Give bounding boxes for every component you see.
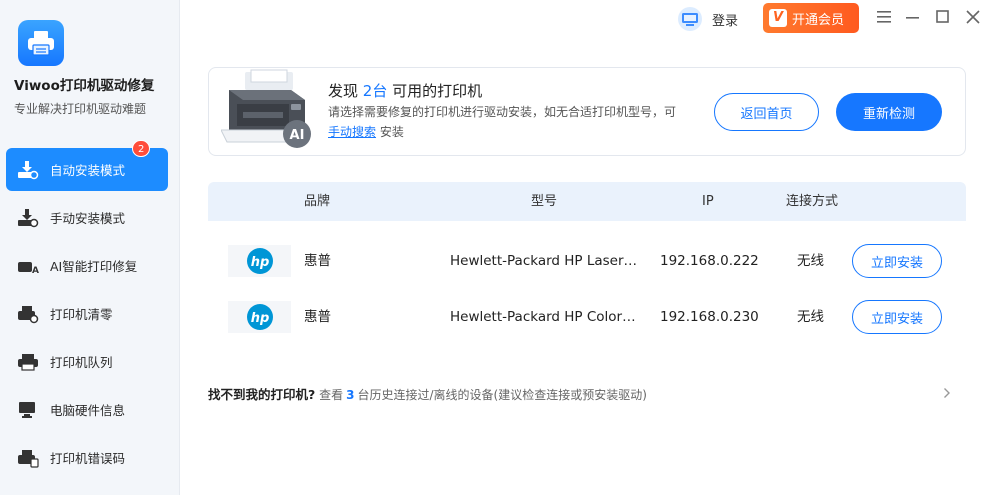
hint-post: 台历史连接过/离线的设备(建议检查连接或预安装驱动) bbox=[357, 388, 647, 402]
sidebar-item-label: 手动安装模式 bbox=[50, 211, 126, 226]
hp-logo: hp bbox=[228, 245, 291, 277]
model-cell: Hewlett-Packard HP Laser… bbox=[450, 253, 638, 269]
vip-logo-icon: V bbox=[769, 9, 787, 27]
printer-logo-icon bbox=[28, 31, 54, 56]
sidebar-item-manual-install[interactable]: 手动安装模式 bbox=[6, 196, 168, 239]
error-code-icon bbox=[16, 447, 40, 469]
sidebar-item-auto-install[interactable]: 自动安装模式 2 bbox=[6, 140, 168, 191]
title-suffix: 可用的打印机 bbox=[392, 82, 483, 100]
ai-badge: AI bbox=[290, 128, 305, 143]
maximize-button[interactable] bbox=[934, 8, 952, 26]
close-button[interactable] bbox=[964, 8, 982, 26]
hamburger-menu-icon bbox=[877, 11, 891, 23]
sidebar-item-label: 打印机队列 bbox=[50, 355, 113, 370]
brand-cell: 惠普 bbox=[304, 253, 331, 269]
svg-text:hp: hp bbox=[250, 255, 269, 270]
hint-title: 找不到我的打印机? bbox=[208, 387, 316, 402]
connection-cell: 无线 bbox=[797, 309, 824, 325]
hardware-info-icon bbox=[16, 399, 40, 421]
history-device-count: 3 bbox=[346, 388, 355, 402]
app-subtitle: 专业解决打印机驱动难题 bbox=[14, 102, 147, 116]
table-row: hp 惠普 Hewlett-Packard HP Laser… 192.168.… bbox=[208, 242, 966, 292]
detection-card: AI 发现 2台 可用的打印机 请选择需要修复的打印机进行驱动安装，如无合适打印… bbox=[208, 67, 966, 156]
sidebar-item-error-code[interactable]: 打印机错误码 bbox=[6, 436, 168, 479]
header-brand: 品牌 bbox=[304, 194, 331, 209]
sidebar-item-ai-repair[interactable]: AI AI智能打印修复 bbox=[6, 244, 168, 287]
description-tail: 安装 bbox=[379, 125, 404, 139]
login-button[interactable]: 登录 bbox=[676, 6, 738, 32]
svg-text:hp: hp bbox=[250, 311, 269, 326]
ip-cell: 192.168.0.230 bbox=[660, 309, 759, 325]
close-icon bbox=[966, 10, 980, 24]
menu-button[interactable] bbox=[875, 8, 893, 26]
printer-table-header: 品牌 型号 IP 连接方式 bbox=[208, 182, 966, 221]
model-cell: Hewlett-Packard HP Color… bbox=[450, 309, 636, 325]
ip-cell: 192.168.0.222 bbox=[660, 253, 759, 269]
minimize-icon bbox=[906, 17, 919, 19]
brand-cell: 惠普 bbox=[304, 309, 331, 325]
vip-button[interactable]: V 开通会员 bbox=[763, 3, 859, 33]
offline-devices-hint[interactable]: 找不到我的打印机? 查看 3 台历史连接过/离线的设备(建议检查连接或预安装驱动) bbox=[208, 384, 647, 403]
printer-illustration: AI bbox=[220, 68, 317, 152]
sidebar-item-printer-reset[interactable]: 打印机清零 bbox=[6, 292, 168, 335]
header-ip: IP bbox=[702, 194, 714, 209]
chevron-right-icon bbox=[944, 388, 950, 398]
sidebar-item-label: 电脑硬件信息 bbox=[50, 403, 126, 418]
sidebar-item-hardware-info[interactable]: 电脑硬件信息 bbox=[6, 388, 168, 431]
detection-title: 发现 2台 可用的打印机 bbox=[328, 80, 482, 101]
user-avatar-icon bbox=[678, 7, 702, 31]
install-button[interactable]: 立即安装 bbox=[852, 244, 942, 278]
sidebar-item-label: 打印机错误码 bbox=[50, 451, 126, 466]
back-home-button[interactable]: 返回首页 bbox=[714, 93, 819, 131]
sidebar-item-label: 自动安装模式 bbox=[50, 163, 126, 178]
hp-logo: hp bbox=[228, 301, 291, 333]
maximize-icon bbox=[936, 10, 949, 23]
description-text: 请选择需要修复的打印机进行驱动安装，如无合适打印机型号，可 bbox=[328, 105, 677, 119]
printer-queue-icon bbox=[16, 351, 40, 373]
printer-count: 2台 bbox=[362, 82, 388, 100]
app-name: Viwoo打印机驱动修复 bbox=[14, 78, 155, 94]
notification-badge: 2 bbox=[132, 140, 151, 157]
connection-cell: 无线 bbox=[797, 253, 824, 269]
sidebar: Viwoo打印机驱动修复 专业解决打印机驱动难题 自动安装模式 2 手动安装模式… bbox=[0, 0, 180, 495]
vip-label: 开通会员 bbox=[792, 12, 845, 28]
login-label: 登录 bbox=[712, 13, 739, 29]
hint-pre: 查看 bbox=[319, 388, 344, 402]
header-connection: 连接方式 bbox=[786, 194, 839, 209]
sidebar-item-printer-queue[interactable]: 打印机队列 bbox=[6, 340, 168, 383]
hp-logo-icon: hp bbox=[246, 248, 273, 274]
hint-expand-button[interactable] bbox=[940, 384, 954, 402]
table-row: hp 惠普 Hewlett-Packard HP Color… 192.168.… bbox=[208, 298, 966, 348]
rescan-button[interactable]: 重新检测 bbox=[836, 93, 942, 131]
hp-logo-icon: hp bbox=[246, 304, 273, 330]
svg-text:AI: AI bbox=[32, 266, 39, 276]
app-logo bbox=[18, 20, 64, 66]
auto-install-icon bbox=[16, 159, 40, 181]
sidebar-item-label: 打印机清零 bbox=[50, 307, 113, 322]
manual-search-link[interactable]: 手动搜索 bbox=[328, 125, 376, 139]
printer-reset-icon bbox=[16, 303, 40, 325]
sidebar-nav: 自动安装模式 2 手动安装模式 AI AI智能打印修复 打印机清零 打印机队列 bbox=[6, 140, 168, 484]
title-prefix: 发现 bbox=[328, 82, 359, 100]
install-button[interactable]: 立即安装 bbox=[852, 300, 942, 334]
header-model: 型号 bbox=[531, 194, 558, 209]
ai-repair-icon: AI bbox=[16, 255, 40, 277]
minimize-button[interactable] bbox=[904, 8, 922, 26]
detection-description: 请选择需要修复的打印机进行驱动安装，如无合适打印机型号，可 手动搜索 安装 bbox=[328, 102, 678, 142]
manual-install-icon bbox=[16, 207, 40, 229]
sidebar-item-label: AI智能打印修复 bbox=[50, 259, 138, 274]
